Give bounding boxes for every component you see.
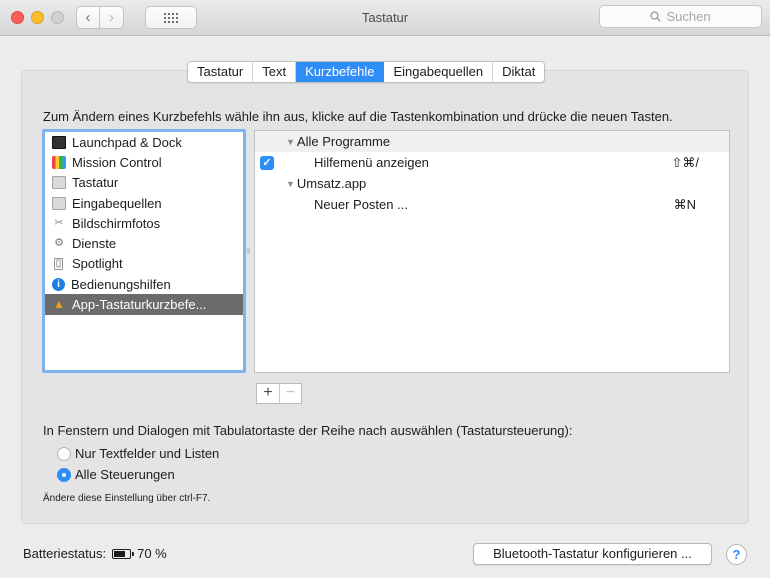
category-item-input-sources[interactable]: Eingabequellen	[45, 193, 243, 213]
category-item-spotlight[interactable]: ▯ Spotlight	[45, 254, 243, 274]
category-item-screenshots[interactable]: ✂ Bildschirmfotos	[45, 213, 243, 233]
group-label: Umsatz.app	[296, 176, 367, 191]
shortcut-key[interactable]: ⇧⌘/	[671, 155, 699, 171]
category-item-accessibility[interactable]: i Bedienungshilfen	[45, 274, 243, 294]
category-label: Tastatur	[72, 175, 119, 191]
battery-label: Batteriestatus:	[23, 546, 107, 561]
disclosure-triangle-icon[interactable]: ▼	[286, 179, 295, 189]
app-shortcuts-icon: ▲	[53, 297, 65, 312]
disclosure-triangle-icon[interactable]: ▼	[286, 137, 295, 147]
radio-button[interactable]	[57, 446, 71, 461]
search-placeholder: Suchen	[666, 9, 711, 24]
search-icon	[650, 11, 662, 22]
keyboard-navigation-label: In Fenstern und Dialogen mit Tabulatorta…	[43, 423, 573, 438]
shortcut-row[interactable]: Neuer Posten ... ⌘N	[255, 194, 729, 215]
tab-kurzbefehle[interactable]: Kurzbefehle	[296, 62, 385, 82]
category-label: App-Tastaturkurzbefe...	[72, 297, 207, 313]
tab-text[interactable]: Text	[253, 62, 297, 82]
group-label: Alle Programme	[296, 134, 391, 149]
tab-tastatur[interactable]: Tastatur	[188, 62, 254, 82]
radio-all-controls[interactable]: Alle Steuerungen	[57, 467, 175, 482]
shortcut-name: Neuer Posten ...	[314, 197, 408, 212]
shortcut-group-row[interactable]: ▼ Alle Programme	[255, 131, 729, 152]
category-label: Bedienungshilfen	[71, 276, 171, 292]
split-view-divider[interactable]	[247, 248, 250, 254]
battery-status: Batteriestatus: 70 %	[23, 546, 167, 561]
help-button[interactable]: ?	[726, 544, 747, 565]
hint-text: Ändere diese Einstellung über ctrl-F7.	[43, 493, 211, 504]
shortcut-enabled-checkbox[interactable]: ✓	[260, 156, 274, 170]
shortcut-key[interactable]: ⌘N	[674, 197, 696, 213]
category-item-app-shortcuts[interactable]: ▲ App-Tastaturkurzbefe...	[45, 294, 243, 315]
keyboard-icon	[52, 176, 66, 190]
category-label: Spotlight	[72, 256, 123, 272]
tab-eingabequellen[interactable]: Eingabequellen	[384, 62, 494, 82]
shortcut-group-row[interactable]: ▼ Umsatz.app	[255, 173, 729, 194]
add-shortcut-button[interactable]: +	[257, 384, 279, 403]
category-item-mission-control[interactable]: Mission Control	[45, 152, 243, 172]
remove-shortcut-button[interactable]: −	[279, 384, 301, 403]
category-label: Launchpad & Dock	[72, 134, 182, 150]
add-remove-control: + −	[256, 383, 302, 404]
radio-label: Alle Steuerungen	[75, 467, 175, 482]
shortcut-row[interactable]: ✓ Hilfemenü anzeigen ⇧⌘/	[255, 152, 729, 173]
search-field[interactable]: Suchen	[599, 5, 762, 28]
screenshot-icon: ✂	[54, 216, 64, 229]
category-label: Eingabequellen	[72, 195, 162, 211]
category-label: Mission Control	[72, 154, 162, 170]
configure-bluetooth-keyboard-button[interactable]: Bluetooth-Tastatur konfigurieren ...	[473, 543, 712, 565]
category-list[interactable]: Launchpad & Dock Mission Control Tastatu…	[42, 129, 246, 373]
battery-icon	[112, 548, 135, 559]
instruction-text: Zum Ändern eines Kurzbefehls wähle ihn a…	[43, 109, 673, 124]
radio-button[interactable]	[57, 467, 71, 482]
category-label: Bildschirmfotos	[72, 215, 161, 231]
mission-control-icon	[52, 155, 66, 169]
tab-bar: Tastatur Text Kurzbefehle Eingabequellen…	[187, 61, 546, 83]
shortcuts-table[interactable]: ▼ Alle Programme ✓ Hilfemenü anzeigen ⇧⌘…	[254, 130, 730, 373]
shortcut-name: Hilfemenü anzeigen	[314, 155, 429, 170]
battery-fill	[114, 550, 125, 557]
category-label: Dienste	[72, 236, 117, 252]
category-item-launchpad[interactable]: Launchpad & Dock	[45, 132, 243, 152]
battery-percent: 70 %	[137, 546, 167, 561]
title-bar: ‹ › Tastatur Suchen	[0, 0, 770, 36]
launchpad-icon	[52, 135, 66, 149]
services-gear-icon: ⚙	[54, 237, 64, 250]
tab-diktat[interactable]: Diktat	[493, 62, 544, 82]
category-item-services[interactable]: ⚙ Dienste	[45, 233, 243, 253]
radio-text-fields-and-lists[interactable]: Nur Textfelder und Listen	[57, 446, 219, 461]
category-item-keyboard[interactable]: Tastatur	[45, 173, 243, 193]
radio-label: Nur Textfelder und Listen	[75, 446, 220, 461]
input-sources-icon	[52, 196, 66, 210]
spotlight-icon: ▯	[54, 257, 63, 270]
accessibility-icon: i	[52, 277, 65, 291]
